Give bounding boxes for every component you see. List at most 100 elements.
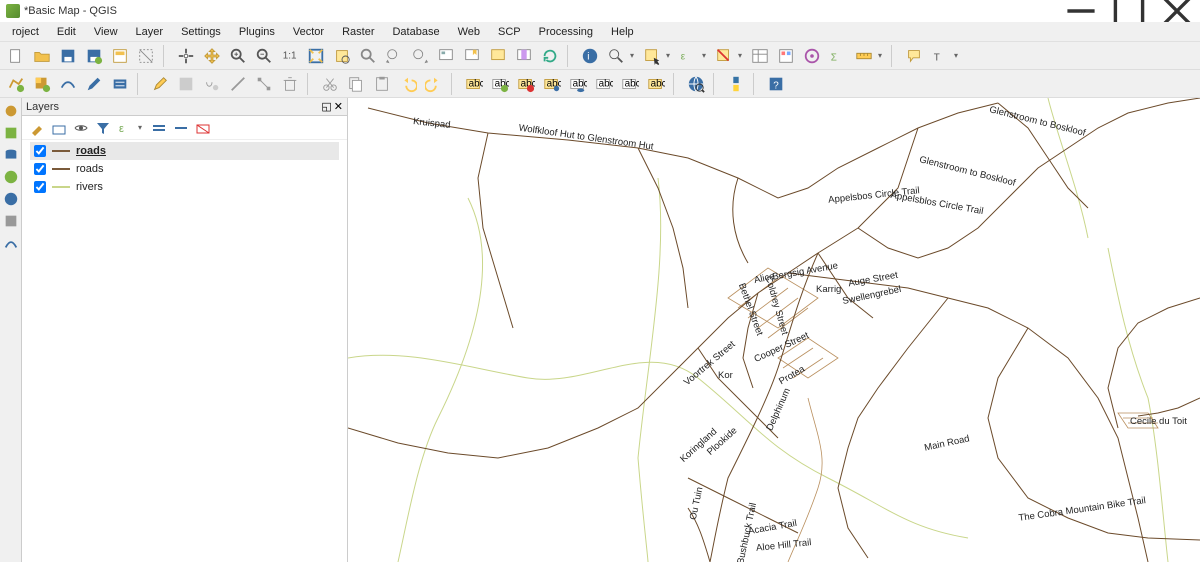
layer-checkbox[interactable] xyxy=(34,181,46,193)
delete-button[interactable] xyxy=(278,72,302,96)
select-expr-dropdown-icon[interactable]: ▾ xyxy=(702,51,710,60)
text-annotation-button[interactable]: T xyxy=(928,44,952,68)
menu-roject[interactable]: roject xyxy=(4,24,47,40)
close-button[interactable] xyxy=(1160,1,1194,21)
new-bookmark-button[interactable] xyxy=(460,44,484,68)
layer-remove-icon[interactable] xyxy=(194,119,212,137)
menu-plugins[interactable]: Plugins xyxy=(231,24,283,40)
label-change-button[interactable]: abc xyxy=(644,72,668,96)
cut-button[interactable] xyxy=(318,72,342,96)
layer-checkbox[interactable] xyxy=(34,145,46,157)
redo-button[interactable] xyxy=(422,72,446,96)
pan-button[interactable] xyxy=(174,44,198,68)
new-vector-button[interactable] xyxy=(56,72,80,96)
layer-item-0[interactable]: roads xyxy=(30,142,339,160)
menu-edit[interactable]: Edit xyxy=(49,24,84,40)
select-rect-dropdown-icon[interactable]: ▾ xyxy=(666,51,674,60)
processing-toolbox-button[interactable] xyxy=(800,44,824,68)
select-dropdown-icon[interactable]: ▾ xyxy=(630,51,638,60)
menu-vector[interactable]: Vector xyxy=(285,24,332,40)
save-edits-button[interactable] xyxy=(174,72,198,96)
select-expr-button[interactable]: ε xyxy=(676,44,700,68)
measure-dropdown-icon[interactable]: ▾ xyxy=(878,51,886,60)
add-vector-button[interactable] xyxy=(4,72,28,96)
paste-button[interactable] xyxy=(370,72,394,96)
menu-view[interactable]: View xyxy=(86,24,126,40)
zoom-in-button[interactable] xyxy=(226,44,250,68)
label-rule-button[interactable]: abc xyxy=(488,72,512,96)
map-canvas[interactable]: KruispadWolfkloof Hut to Glenstroom HutG… xyxy=(348,98,1200,562)
panel-undock-icon[interactable]: ◱ xyxy=(321,100,331,113)
menu-scp[interactable]: SCP xyxy=(490,24,529,40)
python-console-button[interactable] xyxy=(724,72,748,96)
save-button[interactable] xyxy=(56,44,80,68)
layer-add-group-icon[interactable] xyxy=(50,119,68,137)
label-rotate-button[interactable]: abc xyxy=(618,72,642,96)
toggle-editing-button[interactable] xyxy=(148,72,172,96)
menu-database[interactable]: Database xyxy=(384,24,447,40)
new-map-view-button[interactable] xyxy=(434,44,458,68)
menu-help[interactable]: Help xyxy=(603,24,642,40)
new-project-button[interactable] xyxy=(4,44,28,68)
statistics-button[interactable]: Σ xyxy=(826,44,850,68)
layer-expr-icon[interactable]: ε xyxy=(116,119,134,137)
layout-manager-button[interactable] xyxy=(108,44,132,68)
dock-wfs-icon[interactable] xyxy=(2,190,20,208)
dock-more-icon[interactable] xyxy=(2,212,20,230)
pan-selection-button[interactable] xyxy=(200,44,224,68)
label-pin-button[interactable]: abc xyxy=(540,72,564,96)
menu-raster[interactable]: Raster xyxy=(334,24,382,40)
layer-expand-icon[interactable] xyxy=(150,119,168,137)
map-tips-button[interactable] xyxy=(902,44,926,68)
zoom-selection-button[interactable] xyxy=(330,44,354,68)
zoom-layer-button[interactable] xyxy=(356,44,380,68)
style-manager-button[interactable] xyxy=(134,44,158,68)
node-tool-button[interactable] xyxy=(252,72,276,96)
zoom-last-button[interactable] xyxy=(382,44,406,68)
dock-add-icon[interactable] xyxy=(2,124,20,142)
label-block-button[interactable]: abc xyxy=(514,72,538,96)
select-button[interactable] xyxy=(604,44,628,68)
layer-item-1[interactable]: roads xyxy=(30,160,339,178)
move-feature-button[interactable] xyxy=(226,72,250,96)
dock-db-icon[interactable] xyxy=(2,146,20,164)
copy-button[interactable] xyxy=(344,72,368,96)
add-raster-button[interactable] xyxy=(30,72,54,96)
zoom-full-button[interactable] xyxy=(304,44,328,68)
layer-filter-icon[interactable] xyxy=(94,119,112,137)
layer-visibility-icon[interactable] xyxy=(72,119,90,137)
edit-button[interactable] xyxy=(82,72,106,96)
label-move-button[interactable]: abc xyxy=(592,72,616,96)
zoom-next-button[interactable] xyxy=(408,44,432,68)
field-calc-button[interactable] xyxy=(774,44,798,68)
dock-vector-icon[interactable] xyxy=(2,102,20,120)
menu-processing[interactable]: Processing xyxy=(531,24,601,40)
menu-layer[interactable]: Layer xyxy=(128,24,172,40)
open-project-button[interactable] xyxy=(30,44,54,68)
dock-wms-icon[interactable] xyxy=(2,168,20,186)
show-bookmarks-button[interactable] xyxy=(512,44,536,68)
attribute-table-button[interactable] xyxy=(748,44,772,68)
maximize-button[interactable] xyxy=(1112,1,1146,21)
raster-calc-button[interactable] xyxy=(108,72,132,96)
save-as-button[interactable] xyxy=(82,44,106,68)
deselect-button[interactable] xyxy=(712,44,736,68)
select-rect-button[interactable] xyxy=(640,44,664,68)
undo-button[interactable] xyxy=(396,72,420,96)
label-layer-button[interactable]: abc xyxy=(462,72,486,96)
layer-checkbox[interactable] xyxy=(34,163,46,175)
layer-item-2[interactable]: rivers xyxy=(30,178,339,196)
layer-expr-dropdown[interactable]: ▾ xyxy=(138,123,146,132)
label-show-button[interactable]: abc xyxy=(566,72,590,96)
minimize-button[interactable] xyxy=(1064,1,1098,21)
add-feature-button[interactable] xyxy=(200,72,224,96)
measure-button[interactable] xyxy=(852,44,876,68)
layer-collapse-icon[interactable] xyxy=(172,119,190,137)
menu-settings[interactable]: Settings xyxy=(173,24,229,40)
menu-web[interactable]: Web xyxy=(450,24,488,40)
temporal-button[interactable] xyxy=(486,44,510,68)
zoom-native-button[interactable]: 1:1 xyxy=(278,44,302,68)
annotation-dropdown-icon[interactable]: ▾ xyxy=(954,51,962,60)
identify-button[interactable]: i xyxy=(578,44,602,68)
refresh-button[interactable] xyxy=(538,44,562,68)
